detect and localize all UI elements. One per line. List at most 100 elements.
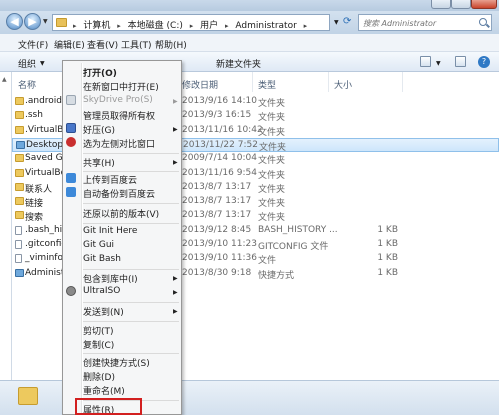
refresh-icon: ⟳ xyxy=(343,16,352,27)
file-type: 文件夹 xyxy=(258,127,286,138)
menu-item-rename[interactable]: 重命名(M) xyxy=(83,384,125,398)
address-bar[interactable]: ▸ 计算机 ▸ 本地磁盘 (C:) ▸ 用户 ▸ Administrator ▸ xyxy=(52,14,330,31)
file-name: .android xyxy=(25,96,63,106)
menu-edit[interactable]: 编辑(E) xyxy=(54,38,85,51)
menu-item-take-ownership[interactable]: 管理员取得所有权 xyxy=(83,109,155,123)
refresh-button[interactable]: ⟳ xyxy=(343,16,351,27)
search-icon xyxy=(479,18,487,26)
file-name: Administ xyxy=(25,267,65,278)
chevron-right-icon: ▸ xyxy=(73,22,77,30)
new-folder-button[interactable]: 新建文件夹 xyxy=(216,57,261,70)
close-button[interactable] xyxy=(471,0,497,9)
menu-item-auto-backup-baidu[interactable]: 自动备份到百度云 xyxy=(83,187,155,201)
file-type: 文件 xyxy=(258,256,277,267)
view-options-icon[interactable] xyxy=(420,56,431,67)
file-date: 2013/11/22 7:52 xyxy=(183,139,258,150)
column-header-date[interactable]: 修改日期 xyxy=(182,78,218,91)
menu-item-send-to[interactable]: 发送到(N) xyxy=(83,305,124,319)
recent-pages-dropdown[interactable]: ▼ xyxy=(43,18,48,25)
breadcrumb-computer[interactable]: 计算机 xyxy=(83,21,110,31)
address-row: ◀ ▶ ▼ ▸ 计算机 ▸ 本地磁盘 (C:) ▸ 用户 ▸ Administr… xyxy=(0,11,499,34)
submenu-arrow-icon: ▶ xyxy=(173,126,178,133)
file-size: 1 KB xyxy=(377,267,398,278)
breadcrumb-users[interactable]: 用户 xyxy=(200,21,218,31)
file-date: 2009/7/14 10:04 xyxy=(182,153,257,164)
folder-icon xyxy=(56,18,67,27)
baidu-cloud-icon xyxy=(66,173,76,183)
column-divider[interactable] xyxy=(252,72,253,92)
file-date: 2013/9/3 16:15 xyxy=(182,110,252,121)
menu-separator xyxy=(83,353,179,354)
file-date: 2013/9/16 14:10 xyxy=(182,96,257,106)
file-name: .ssh xyxy=(25,110,43,121)
context-menu: 打开(O) 在新窗口中打开(E) SkyDrive Pro(S) ▶ 管理员取得… xyxy=(62,60,182,415)
back-button[interactable]: ◀ xyxy=(6,13,23,30)
organize-button[interactable]: 组织 xyxy=(18,57,36,70)
menu-item-git-init[interactable]: Git Init Here xyxy=(83,226,137,240)
file-type: 快捷方式 xyxy=(258,270,295,281)
menu-item-share[interactable]: 共享(H) xyxy=(83,156,115,170)
preview-pane-icon[interactable] xyxy=(455,56,466,67)
maximize-button[interactable] xyxy=(451,0,471,9)
file-icon xyxy=(15,240,22,249)
address-dropdown-button[interactable]: ▼ xyxy=(334,19,339,26)
column-divider[interactable] xyxy=(328,72,329,92)
file-name: 联系人 xyxy=(25,184,53,195)
menu-item-pin-left-compare[interactable]: 选为左侧对比窗口 xyxy=(83,137,155,151)
help-icon[interactable]: ? xyxy=(478,56,490,68)
file-type: 文件夹 xyxy=(258,156,286,167)
menu-item-delete[interactable]: 删除(D) xyxy=(83,370,115,384)
menu-item-include-library[interactable]: 包含到库中(I) xyxy=(83,272,138,286)
shortcut-icon xyxy=(15,268,24,277)
column-header-type[interactable]: 类型 xyxy=(258,78,276,91)
chevron-right-icon: ▸ xyxy=(303,22,308,30)
menu-item-ultraiso[interactable]: UltraISO xyxy=(83,286,120,300)
column-divider[interactable] xyxy=(402,72,403,92)
menu-separator xyxy=(83,321,179,322)
navigation-pane: ▲ xyxy=(0,72,12,385)
menu-item-haozip[interactable]: 好压(G) xyxy=(83,123,115,137)
folder-icon xyxy=(18,387,38,405)
menu-item-copy[interactable]: 复制(C) xyxy=(83,338,114,352)
file-date: 2013/9/10 11:36 xyxy=(182,253,257,264)
menu-item-cut[interactable]: 剪切(T) xyxy=(83,324,114,338)
file-type: BASH_HISTORY ... xyxy=(258,224,338,235)
menu-item-create-shortcut[interactable]: 创建快捷方式(S) xyxy=(83,356,150,370)
ultraiso-icon xyxy=(66,286,76,296)
chevron-up-icon[interactable]: ▲ xyxy=(2,76,7,83)
file-name: Saved G xyxy=(25,153,63,164)
file-name: Desktop xyxy=(26,139,64,150)
column-header-size[interactable]: 大小 xyxy=(334,78,352,91)
breadcrumb-administrator[interactable]: Administrator xyxy=(235,21,296,31)
breadcrumb-local-disk[interactable]: 本地磁盘 (C:) xyxy=(128,21,183,31)
column-header-name[interactable]: 名称 xyxy=(18,78,36,91)
menu-item-restore-previous[interactable]: 还原以前的版本(V) xyxy=(83,207,159,221)
menu-view[interactable]: 查看(V) xyxy=(87,38,118,51)
folder-icon xyxy=(15,197,24,206)
file-icon xyxy=(15,254,22,264)
file-date: 2013/8/30 9:18 xyxy=(182,267,252,278)
forward-button[interactable]: ▶ xyxy=(24,13,41,30)
menu-item-git-gui[interactable]: Git Gui xyxy=(83,240,114,254)
shortcut-icon xyxy=(16,140,25,149)
skydrive-icon xyxy=(66,95,76,105)
search-box[interactable] xyxy=(358,14,492,31)
haozip-icon xyxy=(66,123,76,133)
arrow-right-icon: ▶ xyxy=(28,15,37,28)
file-name: .bash_his xyxy=(25,224,67,235)
menu-help[interactable]: 帮助(H) xyxy=(155,38,187,51)
highlight-box xyxy=(75,398,142,415)
submenu-arrow-icon: ▶ xyxy=(173,275,178,282)
chevron-down-icon: ▼ xyxy=(436,60,441,67)
minimize-button[interactable] xyxy=(431,0,451,9)
menu-item-open[interactable]: 打开(O) xyxy=(83,66,117,80)
menu-item-skydrive-pro[interactable]: SkyDrive Pro(S) xyxy=(83,95,153,109)
menu-file[interactable]: 文件(F) xyxy=(18,38,48,51)
search-input[interactable] xyxy=(363,17,471,29)
file-type: 文件夹 xyxy=(258,170,286,181)
menu-item-upload-baidu[interactable]: 上传到百度云 xyxy=(83,173,137,187)
menu-tools[interactable]: 工具(T) xyxy=(121,38,152,51)
menu-item-git-bash[interactable]: Git Bash xyxy=(83,254,121,268)
file-size: 1 KB xyxy=(377,224,398,235)
menu-item-open-new-window[interactable]: 在新窗口中打开(E) xyxy=(83,80,159,94)
